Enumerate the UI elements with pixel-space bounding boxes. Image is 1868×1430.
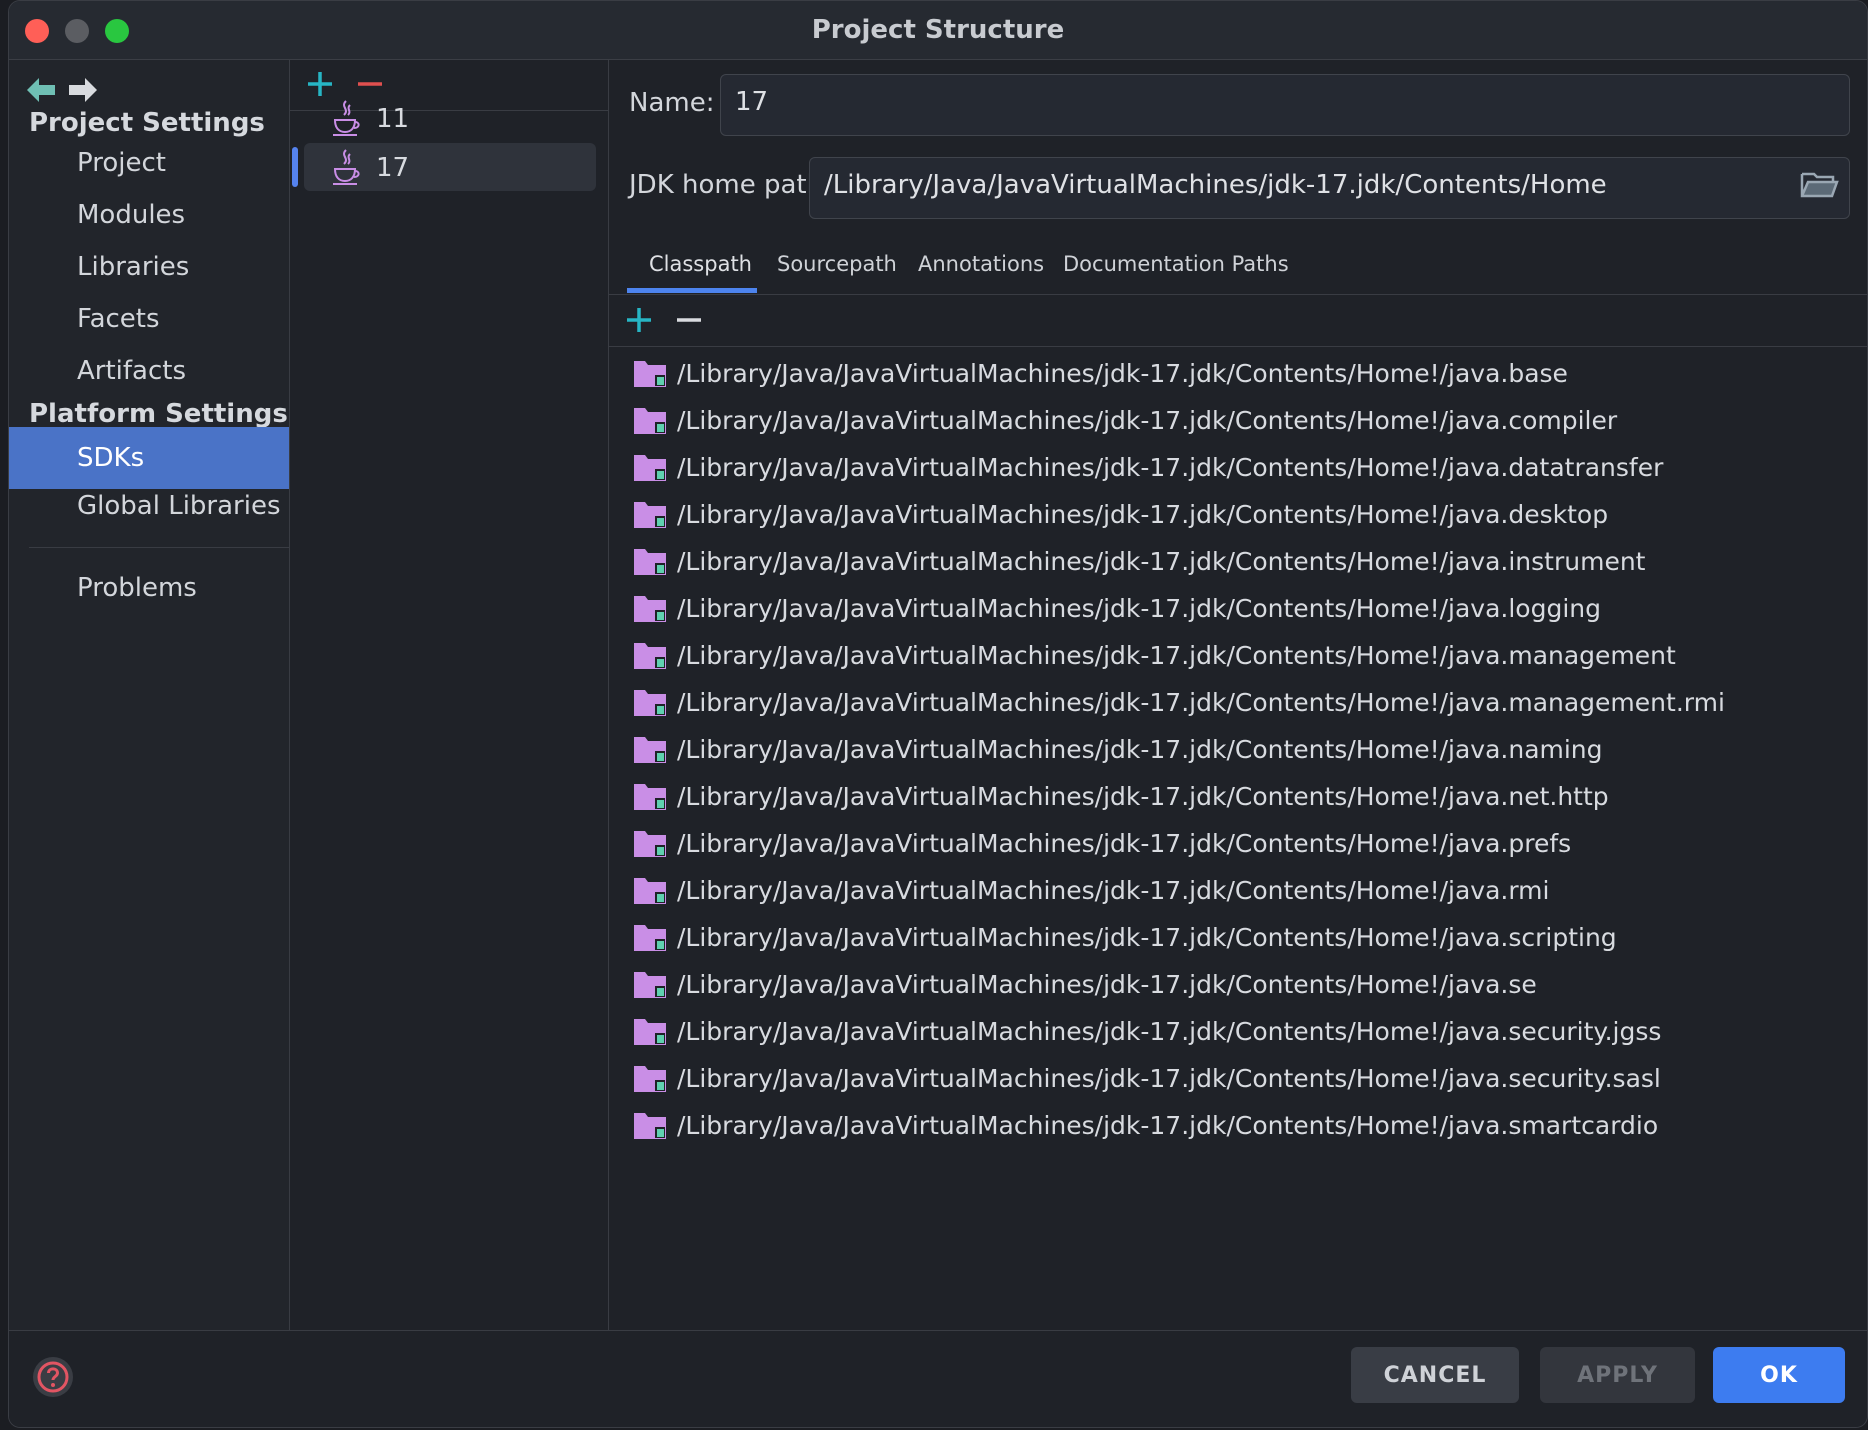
list-item[interactable]: /Library/Java/JavaVirtualMachines/jdk-17… <box>609 819 1867 866</box>
name-label: Name: <box>629 88 715 118</box>
library-folder-icon <box>634 1113 666 1139</box>
sidebar-item-global-libraries[interactable]: Global Libraries <box>9 475 289 537</box>
list-item[interactable]: /Library/Java/JavaVirtualMachines/jdk-17… <box>609 443 1867 490</box>
sdk-label: 17 <box>376 153 410 183</box>
help-icon[interactable] <box>31 1355 75 1399</box>
library-folder-icon <box>634 972 666 998</box>
list-item[interactable]: /Library/Java/JavaVirtualMachines/jdk-17… <box>609 584 1867 631</box>
library-folder-icon <box>634 643 666 669</box>
cancel-button[interactable]: CANCEL <box>1351 1347 1519 1403</box>
list-item[interactable]: /Library/Java/JavaVirtualMachines/jdk-17… <box>609 866 1867 913</box>
sdk-detail-panel: Name: 17 JDK home path: /Library/Java/Ja… <box>609 60 1867 1330</box>
library-folder-icon <box>634 925 666 951</box>
library-folder-icon <box>634 831 666 857</box>
list-item[interactable]: /Library/Java/JavaVirtualMachines/jdk-17… <box>609 349 1867 396</box>
list-item[interactable]: /Library/Java/JavaVirtualMachines/jdk-17… <box>609 913 1867 960</box>
add-classpath-icon[interactable] <box>621 302 657 338</box>
forward-arrow-icon[interactable] <box>65 72 101 108</box>
library-folder-icon <box>634 455 666 481</box>
platform-settings-heading: Platform Settings <box>29 399 288 429</box>
tab-documentation-paths[interactable]: Documentation Paths <box>1063 252 1289 276</box>
project-structure-dialog: Project Structure Project Settings Proje… <box>8 0 1868 1428</box>
list-item[interactable]: /Library/Java/JavaVirtualMachines/jdk-17… <box>609 725 1867 772</box>
library-folder-icon <box>634 408 666 434</box>
library-folder-icon <box>634 1019 666 1045</box>
list-item[interactable]: /Library/Java/JavaVirtualMachines/jdk-17… <box>609 678 1867 725</box>
library-folder-icon <box>634 502 666 528</box>
library-folder-icon <box>634 737 666 763</box>
sdk-item-17[interactable]: 17 <box>304 143 596 191</box>
classpath-list[interactable]: /Library/Java/JavaVirtualMachines/jdk-17… <box>609 347 1867 1330</box>
tab-annotations[interactable]: Annotations <box>918 252 1044 276</box>
browse-folder-icon[interactable] <box>1799 166 1839 202</box>
remove-classpath-icon[interactable] <box>671 302 707 338</box>
list-item[interactable]: /Library/Java/JavaVirtualMachines/jdk-17… <box>609 772 1867 819</box>
active-tab-indicator <box>627 288 757 293</box>
dialog-button-bar: CANCEL APPLY OK <box>9 1330 1867 1427</box>
java-cup-icon <box>333 149 360 185</box>
jdk-home-path-field[interactable]: /Library/Java/JavaVirtualMachines/jdk-17… <box>809 157 1850 219</box>
apply-button[interactable]: APPLY <box>1540 1347 1695 1403</box>
library-folder-icon <box>634 784 666 810</box>
library-folder-icon <box>634 361 666 387</box>
settings-sidebar: Project Settings Project Modules Librari… <box>9 60 290 1330</box>
library-folder-icon <box>634 596 666 622</box>
sdk-list-panel: 11 17 <box>290 60 609 1330</box>
title-bar: Project Structure <box>9 1 1867 60</box>
selection-marker <box>292 147 298 187</box>
sidebar-divider <box>29 547 289 548</box>
list-item[interactable]: /Library/Java/JavaVirtualMachines/jdk-17… <box>609 1101 1867 1148</box>
library-folder-icon <box>634 1066 666 1092</box>
sidebar-item-problems[interactable]: Problems <box>9 557 289 619</box>
sdk-label: 11 <box>376 104 410 134</box>
list-item[interactable]: /Library/Java/JavaVirtualMachines/jdk-17… <box>609 960 1867 1007</box>
sdk-tabs: Classpath Sourcepath Annotations Documen… <box>609 236 1867 295</box>
library-folder-icon <box>634 690 666 716</box>
list-item[interactable]: /Library/Java/JavaVirtualMachines/jdk-17… <box>609 490 1867 537</box>
name-field[interactable]: 17 <box>720 74 1850 136</box>
back-arrow-icon[interactable] <box>23 72 59 108</box>
sdk-item-11[interactable]: 11 <box>304 94 596 142</box>
tab-classpath[interactable]: Classpath <box>649 252 752 276</box>
window-title: Project Structure <box>811 15 1065 45</box>
classpath-toolbar <box>609 294 1867 347</box>
jdk-home-path-label: JDK home path: <box>629 170 832 200</box>
sidebar-item-artifacts[interactable]: Artifacts <box>9 340 289 402</box>
java-cup-icon <box>333 100 360 136</box>
library-folder-icon <box>634 549 666 575</box>
tab-sourcepath[interactable]: Sourcepath <box>777 252 897 276</box>
ok-button[interactable]: OK <box>1713 1347 1845 1403</box>
list-item[interactable]: /Library/Java/JavaVirtualMachines/jdk-17… <box>609 1007 1867 1054</box>
list-item[interactable]: /Library/Java/JavaVirtualMachines/jdk-17… <box>609 396 1867 443</box>
library-folder-icon <box>634 878 666 904</box>
list-item[interactable]: /Library/Java/JavaVirtualMachines/jdk-17… <box>609 631 1867 678</box>
list-item[interactable]: /Library/Java/JavaVirtualMachines/jdk-17… <box>609 537 1867 584</box>
list-item[interactable]: /Library/Java/JavaVirtualMachines/jdk-17… <box>609 1054 1867 1101</box>
